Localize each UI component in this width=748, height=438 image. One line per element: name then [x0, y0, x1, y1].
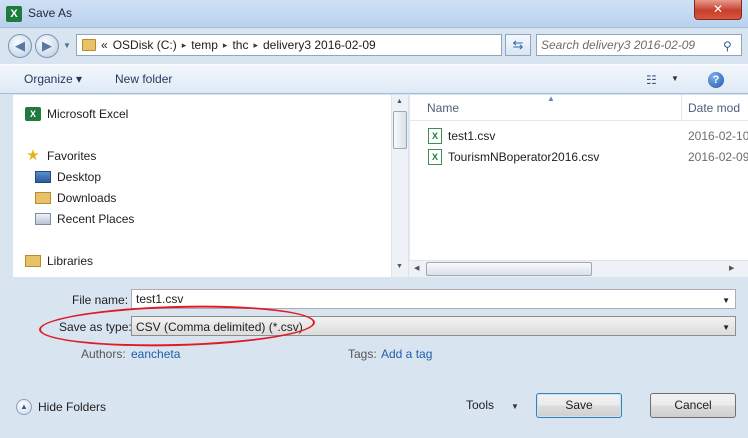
file-name: test1.csv [448, 129, 496, 143]
nav-item-downloads[interactable]: Downloads [35, 189, 116, 207]
window-title: Save As [28, 6, 73, 20]
nav-item-microsoft-excel[interactable]: X Microsoft Excel [25, 105, 128, 123]
hide-folders-label: Hide Folders [38, 400, 107, 414]
breadcrumb[interactable]: « OSDisk (C:) ▸ temp ▸ thc ▸ delivery3 2… [76, 34, 569, 56]
scroll-up-icon[interactable]: ▲ [396, 98, 403, 105]
save-button[interactable]: Save [536, 393, 622, 418]
command-bar: Organize ▾ New folder ☷ ▼ ? [0, 64, 748, 94]
close-button[interactable]: ✕ [694, 0, 742, 20]
file-date: 2016-02-10 [688, 129, 748, 143]
forward-arrow-icon[interactable]: ▶ [35, 34, 59, 58]
breadcrumb-osdisk[interactable]: OSDisk (C:) [113, 38, 177, 52]
nav-item-label: Recent Places [57, 212, 135, 226]
cancel-button[interactable]: Cancel [650, 393, 736, 418]
column-header-name[interactable]: Name [427, 101, 459, 115]
file-name-input[interactable] [136, 292, 706, 306]
breadcrumb-separator-icon[interactable]: ▸ [253, 40, 258, 51]
chevron-up-icon: ▲ [16, 399, 32, 415]
file-date: 2016-02-09 [688, 150, 748, 164]
excel-app-icon: X [6, 6, 22, 22]
red-highlight-annotation [38, 302, 316, 350]
recent-places-icon [35, 213, 51, 225]
nav-item-label: Favorites [47, 149, 97, 163]
nav-item-favorites[interactable]: ★ Favorites [25, 147, 96, 165]
save-as-type-dropdown-icon[interactable]: ▼ [722, 323, 730, 332]
libraries-icon [25, 255, 41, 267]
file-row[interactable]: X TourismNBoperator2016.csv 2016-02-09 [410, 147, 748, 167]
scroll-left-icon[interactable]: ◀ [414, 264, 419, 272]
breadcrumb-overflow[interactable]: « [101, 38, 108, 52]
scroll-right-icon[interactable]: ▶ [729, 264, 734, 272]
tools-dropdown-icon[interactable]: ▼ [511, 402, 519, 411]
breadcrumb-separator-icon[interactable]: ▸ [223, 40, 228, 51]
file-name: TourismNBoperator2016.csv [448, 150, 600, 164]
title-bar: X Save As ✕ [0, 0, 748, 28]
nav-item-desktop[interactable]: Desktop [35, 168, 101, 186]
add-tag-link[interactable]: Add a tag [381, 347, 432, 361]
navigation-scrollbar[interactable]: ▲ ▼ [391, 95, 408, 277]
breadcrumb-separator-icon[interactable]: ▸ [182, 40, 187, 51]
authors-label: Authors: [81, 347, 126, 361]
breadcrumb-temp[interactable]: temp [191, 38, 218, 52]
nav-item-label: Libraries [47, 254, 94, 268]
recent-locations-chevron-icon[interactable]: ▼ [63, 41, 71, 50]
downloads-folder-icon [35, 192, 51, 204]
search-input[interactable] [541, 37, 717, 53]
search-box[interactable]: ⚲ [536, 34, 742, 56]
tags-label: Tags: [348, 347, 377, 361]
file-name-dropdown-icon[interactable]: ▼ [722, 296, 730, 305]
excel-icon: X [25, 107, 41, 121]
nav-item-recent-places[interactable]: Recent Places [35, 210, 134, 228]
new-folder-button[interactable]: New folder [115, 72, 172, 86]
help-icon[interactable]: ? [708, 72, 724, 88]
nav-item-label: Desktop [57, 170, 102, 184]
view-options-icon[interactable]: ☷ [646, 73, 657, 87]
file-name-label: File name: [72, 293, 129, 307]
address-row: ◀ ▶ ▼ « OSDisk (C:) ▸ temp ▸ thc ▸ deliv… [0, 28, 748, 64]
search-icon[interactable]: ⚲ [723, 39, 732, 53]
hide-folders-toggle[interactable]: ▲ Hide Folders [16, 399, 106, 415]
column-header-date-modified[interactable]: Date mod [688, 101, 740, 115]
refresh-icon[interactable]: ⇆ [505, 34, 531, 56]
file-row[interactable]: X test1.csv 2016-02-10 [410, 126, 748, 146]
column-divider[interactable] [681, 95, 682, 121]
file-list-horizontal-scrollbar[interactable]: ◀ ▶ [409, 260, 748, 277]
star-icon: ★ [26, 147, 40, 164]
sort-ascending-icon: ▲ [547, 95, 555, 103]
nav-item-libraries[interactable]: Libraries [25, 252, 93, 270]
breadcrumb-thc[interactable]: thc [232, 38, 248, 52]
csv-file-icon: X [428, 128, 442, 144]
scrollbar-thumb[interactable] [426, 262, 592, 276]
file-list: ▲ Name Date mod X test1.csv 2016-02-10 X… [409, 95, 748, 277]
navigation-pane: X Microsoft Excel ★ Favorites Desktop Do… [13, 95, 391, 277]
desktop-icon [35, 171, 51, 183]
nav-item-label: Downloads [57, 191, 117, 205]
back-arrow-icon[interactable]: ◀ [8, 34, 32, 58]
breadcrumb-delivery3[interactable]: delivery3 2016-02-09 [263, 38, 376, 52]
column-header-row: ▲ Name Date mod [410, 95, 748, 121]
nav-item-label: Microsoft Excel [47, 107, 129, 121]
tools-button[interactable]: Tools [466, 398, 494, 412]
folder-icon [82, 39, 96, 51]
scrollbar-thumb[interactable] [393, 111, 407, 149]
scroll-down-icon[interactable]: ▼ [396, 263, 403, 270]
view-dropdown-icon[interactable]: ▼ [671, 74, 679, 83]
authors-value[interactable]: eancheta [131, 347, 180, 361]
csv-file-icon: X [428, 149, 442, 165]
organize-button[interactable]: Organize ▾ [24, 72, 82, 86]
